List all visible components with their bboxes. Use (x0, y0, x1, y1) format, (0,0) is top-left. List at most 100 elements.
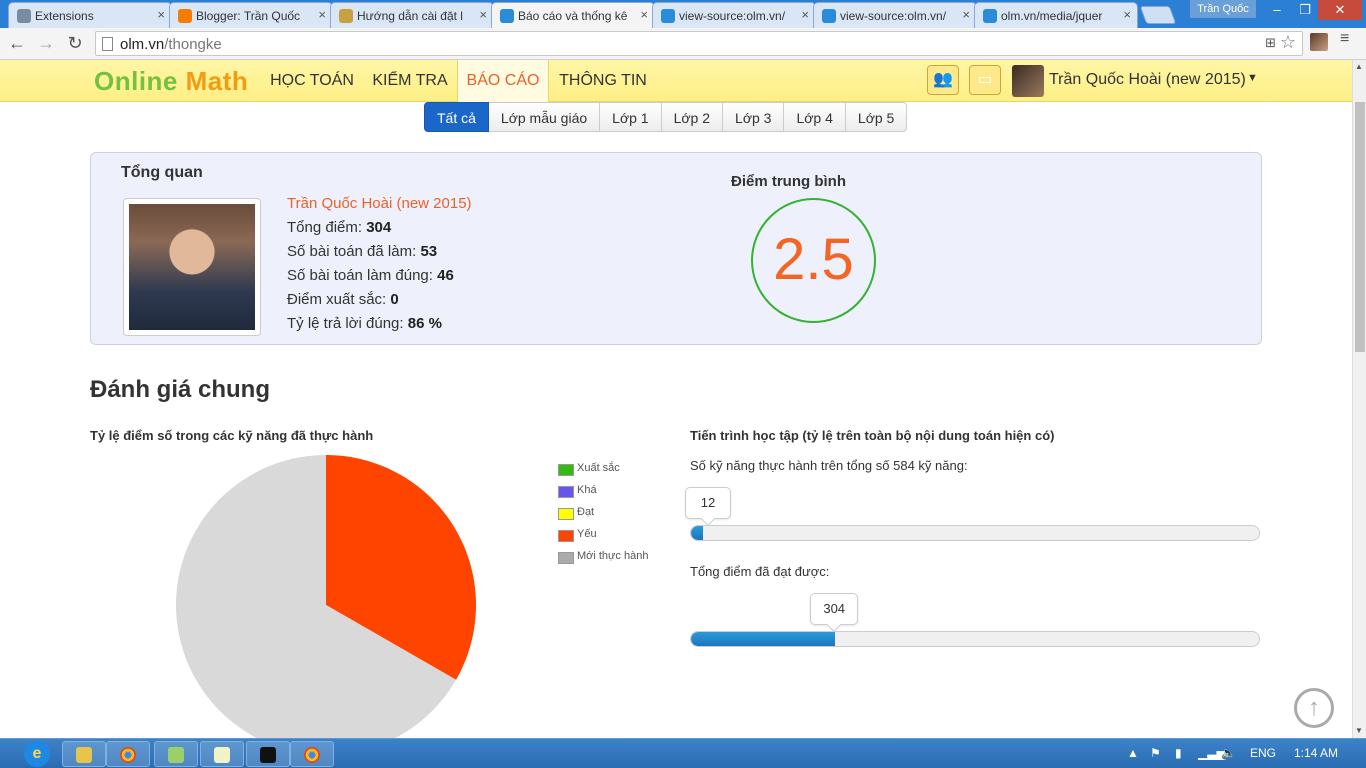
app-icon (168, 747, 184, 763)
browser-tab[interactable]: view-source:olm.vn/ × (813, 2, 977, 28)
taskbar-chrome-2[interactable] (290, 741, 334, 767)
legend-swatch (558, 486, 574, 498)
translate-icon[interactable]: ⊞ (1265, 35, 1276, 51)
scrollbar-thumb[interactable] (1355, 102, 1365, 352)
forward-icon[interactable]: → (35, 32, 57, 54)
scroll-to-top-icon[interactable]: ↑ (1294, 688, 1334, 728)
site-icon (339, 9, 353, 23)
grade-filter-button[interactable]: Lớp 2 (661, 102, 724, 132)
maximize-button[interactable]: ❐ (1292, 0, 1318, 20)
new-tab-button[interactable] (1139, 6, 1177, 24)
browser-tab[interactable]: Blogger: Trần Quốc × (169, 2, 333, 28)
points-value-bubble: 304 (810, 593, 859, 625)
legend-label: Đạt (577, 506, 595, 518)
taskbar-app[interactable] (154, 741, 198, 767)
bookmark-star-icon[interactable]: ☆ (1280, 32, 1296, 53)
profile-badge[interactable]: Trần Quốc (1190, 0, 1256, 18)
evaluation-heading: Đánh giá chung (90, 376, 270, 403)
friends-icon[interactable]: 👥 (927, 65, 959, 95)
site-logo[interactable]: Online Math (94, 66, 248, 97)
browser-tab-strip: Extensions × Blogger: Trần Quốc × Hướng dẫn … (0, 0, 1366, 28)
close-tab-icon[interactable]: × (801, 7, 809, 22)
taskbar-cmd[interactable] (246, 741, 290, 767)
nav-thong-tin[interactable]: THÔNG TIN (550, 60, 656, 102)
legend-item: Mới thực hành (558, 550, 648, 572)
back-icon[interactable]: ← (6, 32, 28, 54)
legend-label: Mới thực hành (577, 550, 649, 562)
pie-legend: Xuất sắc Khá Đạt Yếu Mới thực hành (558, 462, 648, 572)
user-avatar[interactable] (1012, 65, 1044, 97)
legend-swatch (558, 508, 574, 520)
action-center-icon[interactable]: ⚑ (1150, 746, 1161, 760)
legend-swatch (558, 464, 574, 476)
legend-label: Khá (577, 484, 597, 496)
reload-icon[interactable]: ↻ (64, 32, 86, 54)
skills-value-bubble: 12 (685, 487, 731, 519)
page-scrollbar[interactable]: ▲ ▼ (1352, 60, 1366, 738)
extension-avatar-icon[interactable] (1310, 33, 1328, 51)
close-tab-icon[interactable]: × (479, 7, 487, 22)
grade-filter-button[interactable]: Lớp 5 (845, 102, 908, 132)
scroll-down-icon[interactable]: ▼ (1355, 726, 1363, 735)
browser-tab[interactable]: Báo cáo và thống kê × (491, 2, 655, 28)
nav-bao-cao[interactable]: BÁO CÁO (457, 60, 549, 102)
chrome-icon (304, 747, 320, 763)
student-name[interactable]: Trần Quốc Hoài (new 2015) (287, 192, 472, 216)
average-score-value: 2.5 (751, 198, 876, 323)
blogger-icon (178, 9, 192, 23)
close-tab-icon[interactable]: × (1123, 7, 1131, 22)
legend-swatch (558, 530, 574, 542)
internet-explorer-icon[interactable]: e (24, 741, 50, 767)
volume-icon[interactable]: 🔈 (1221, 746, 1236, 760)
overview-stats: Trần Quốc Hoài (new 2015) Tổng điểm: 304… (287, 192, 472, 336)
nav-hoc-toan[interactable]: HỌC TOÁN (262, 60, 362, 102)
tab-title: view-source:olm.vn/ (679, 9, 786, 23)
progress-title: Tiến trình học tập (tỷ lệ trên toàn bộ n… (690, 428, 1055, 443)
browser-menu-icon[interactable]: ≡ (1340, 31, 1354, 47)
power-icon[interactable]: ▮ (1175, 746, 1182, 760)
grade-filter-button[interactable]: Lớp mẫu giáo (488, 102, 601, 132)
cloud-icon (983, 9, 997, 23)
url-input[interactable]: olm.vn/thongke ⊞ ☆ (95, 31, 1303, 56)
taskbar-chrome[interactable] (106, 741, 150, 767)
score-pie-chart (176, 455, 476, 738)
minimize-button[interactable]: – (1262, 0, 1292, 20)
user-name[interactable]: Trần Quốc Hoài (new 2015) (1049, 71, 1246, 89)
browser-tab[interactable]: Hướng dẫn cài đặt l × (330, 2, 494, 28)
browser-tab[interactable]: view-source:olm.vn/ × (652, 2, 816, 28)
legend-swatch (558, 552, 574, 564)
language-indicator[interactable]: ENG (1250, 746, 1276, 760)
browser-tab[interactable]: Extensions × (8, 2, 172, 28)
nav-kiem-tra[interactable]: KIỂM TRA (364, 60, 456, 102)
tab-title: Extensions (35, 9, 94, 23)
tray-expand-icon[interactable]: ▲ (1127, 746, 1139, 760)
taskbar-explorer[interactable] (62, 741, 106, 767)
clock[interactable]: 1:14 AM (1294, 746, 1338, 760)
close-tab-icon[interactable]: × (157, 7, 165, 22)
grade-filter: Tất cả Lớp mẫu giáo Lớp 1 Lớp 2 Lớp 3 Lớp 4 Lớ… (424, 102, 908, 132)
excellent-row: Điểm xuất sắc: 0 (287, 291, 399, 308)
pie-chart-title: Tỷ lệ điểm số trong các kỹ năng đã thực … (90, 428, 374, 443)
close-tab-icon[interactable]: × (318, 7, 326, 22)
browser-tab[interactable]: olm.vn/media/jquer × (974, 2, 1138, 28)
messages-icon[interactable]: ▭ (969, 65, 1001, 95)
skills-progress-label: Số kỹ năng thực hành trên tổng số 584 kỹ… (690, 458, 968, 473)
page-icon (102, 37, 113, 51)
close-tab-icon[interactable]: × (640, 7, 648, 22)
grade-filter-button[interactable]: Lớp 3 (723, 102, 785, 132)
grade-filter-button[interactable]: Lớp 4 (784, 102, 846, 132)
skills-progress-bar (690, 525, 1260, 541)
grade-filter-button[interactable]: Tất cả (424, 102, 489, 132)
legend-item: Khá (558, 484, 648, 506)
taskbar-notepad[interactable] (200, 741, 244, 767)
problems-correct-row: Số bài toán làm đúng: 46 (287, 267, 454, 284)
close-window-button[interactable]: ✕ (1318, 0, 1362, 20)
overview-title: Tổng quan (121, 164, 203, 181)
points-progress-label: Tổng điểm đã đạt được: (690, 564, 830, 579)
close-tab-icon[interactable]: × (962, 7, 970, 22)
scroll-up-icon[interactable]: ▲ (1355, 62, 1363, 71)
tab-title: view-source:olm.vn/ (840, 9, 947, 23)
tab-title: Hướng dẫn cài đặt l (357, 9, 463, 23)
grade-filter-button[interactable]: Lớp 1 (600, 102, 662, 132)
chevron-down-icon[interactable]: ▼ (1247, 72, 1258, 84)
